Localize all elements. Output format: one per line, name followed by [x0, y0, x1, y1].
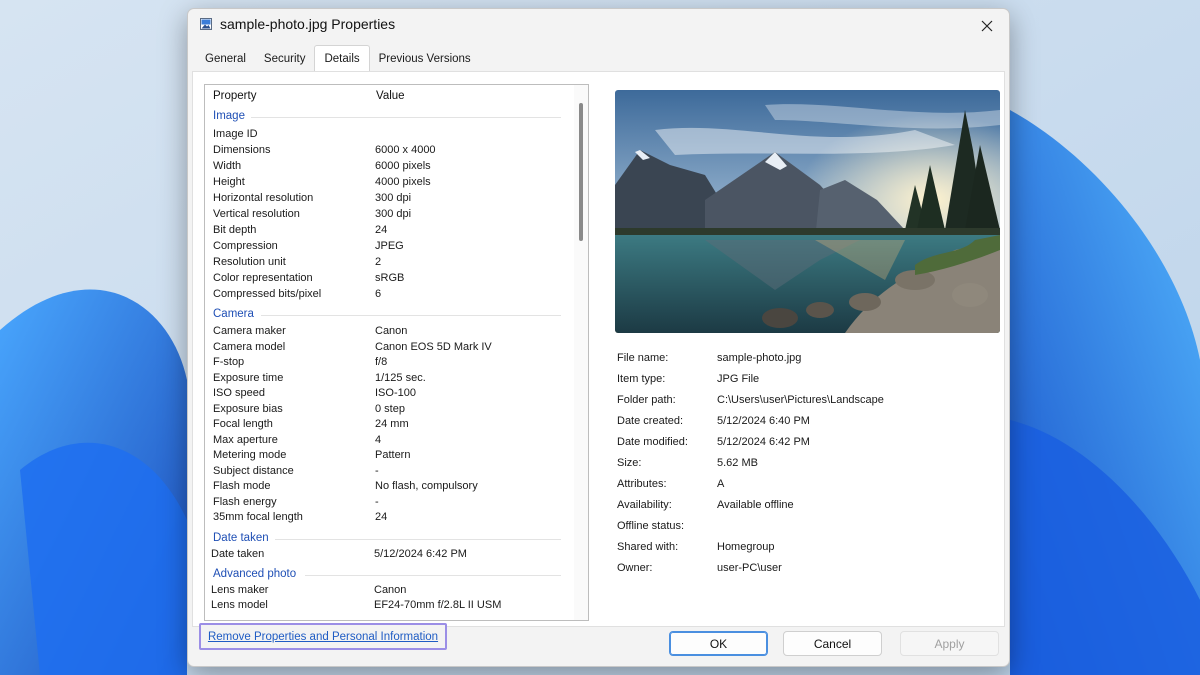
cancel-button[interactable]: Cancel	[783, 631, 882, 656]
property-row[interactable]: Bit depth 24	[205, 224, 575, 240]
ok-button[interactable]: OK	[669, 631, 768, 656]
info-row: Attributes: A	[617, 478, 725, 490]
info-row: File name: sample-photo.jpg	[617, 352, 802, 364]
property-row[interactable]: Camera maker Canon	[205, 325, 575, 341]
property-row[interactable]: Focal length 24 mm	[205, 418, 575, 434]
property-row[interactable]: Exposure bias 0 step	[205, 403, 575, 419]
title-bar: sample-photo.jpg Properties	[188, 9, 1009, 41]
property-row[interactable]: Flash mode No flash, compulsory	[205, 480, 575, 496]
group-label-image: Image	[213, 110, 245, 122]
property-row[interactable]: Lens model EF24-70mm f/2.8L II USM	[205, 599, 575, 615]
property-row[interactable]: Compressed bits/pixel 6	[205, 288, 575, 304]
property-row[interactable]: Horizontal resolution 300 dpi	[205, 192, 575, 208]
property-row[interactable]: ISO speed ISO-100	[205, 387, 575, 403]
close-button[interactable]	[973, 13, 1001, 39]
property-row[interactable]: Metering mode Pattern	[205, 449, 575, 465]
info-row: Folder path: C:\Users\user\Pictures\Lands…	[617, 394, 884, 406]
apply-button[interactable]: Apply	[900, 631, 999, 656]
property-row[interactable]: Lens maker Canon	[205, 584, 575, 600]
column-header-property[interactable]: Property	[213, 90, 256, 102]
close-icon	[981, 20, 993, 32]
group-divider	[305, 575, 561, 576]
info-row: Date created: 5/12/2024 6:40 PM	[617, 415, 810, 427]
remove-properties-link[interactable]: Remove Properties and Personal Informati…	[199, 623, 447, 650]
property-row[interactable]: Exposure time 1/125 sec.	[205, 372, 575, 388]
image-file-icon	[200, 18, 212, 30]
property-row[interactable]: Subject distance -	[205, 465, 575, 481]
column-header-value[interactable]: Value	[376, 90, 405, 102]
info-row: Availability: Available offline	[617, 499, 794, 511]
tab-security[interactable]: Security	[255, 47, 315, 71]
scrollbar-thumb[interactable]	[579, 103, 583, 241]
property-row[interactable]: Max aperture 4	[205, 434, 575, 450]
tab-previous-versions[interactable]: Previous Versions	[370, 47, 480, 71]
group-label-date-taken: Date taken	[213, 532, 269, 544]
group-label-advanced-photo: Advanced photo	[213, 568, 297, 580]
group-divider	[251, 117, 561, 118]
property-list[interactable]: Property Value Image Image ID Dimensions…	[204, 84, 589, 621]
property-row[interactable]: Width 6000 pixels	[205, 160, 575, 176]
property-row[interactable]: Color representation sRGB	[205, 272, 575, 288]
info-row: Owner: user-PC\user	[617, 562, 782, 574]
property-row[interactable]: Date taken 5/12/2024 6:42 PM	[205, 548, 575, 564]
property-row[interactable]: Vertical resolution 300 dpi	[205, 208, 575, 224]
property-row[interactable]: Height 4000 pixels	[205, 176, 575, 192]
info-row: Size: 5.62 MB	[617, 457, 758, 469]
tab-general[interactable]: General	[196, 47, 255, 71]
info-row: Offline status:	[617, 520, 685, 532]
group-divider	[261, 315, 561, 316]
info-row: Shared with: Homegroup	[617, 541, 775, 553]
group-divider	[275, 539, 561, 540]
info-row: Item type: JPG File	[617, 373, 760, 385]
property-list-header: Property Value	[205, 85, 575, 107]
property-row[interactable]: Resolution unit 2	[205, 256, 575, 272]
property-row[interactable]: Flash energy -	[205, 496, 575, 512]
property-row[interactable]: 35mm focal length 24	[205, 511, 575, 527]
property-row[interactable]: F-stop f/8	[205, 356, 575, 372]
tab-details[interactable]: Details	[314, 45, 370, 71]
info-row: Date modified: 5/12/2024 6:42 PM	[617, 436, 810, 448]
property-row[interactable]: Image ID	[205, 128, 575, 144]
properties-dialog: sample-photo.jpg Properties General Secu…	[187, 8, 1010, 667]
property-row[interactable]: Dimensions 6000 x 4000	[205, 144, 575, 160]
vertical-scrollbar[interactable]	[574, 85, 588, 620]
image-preview	[615, 90, 1000, 333]
property-row[interactable]: Compression JPEG	[205, 240, 575, 256]
dialog-title: sample-photo.jpg Properties	[220, 16, 396, 32]
property-row[interactable]: Camera model Canon EOS 5D Mark IV	[205, 341, 575, 357]
tab-strip: General Security Details Previous Versio…	[196, 45, 480, 71]
group-label-camera: Camera	[213, 308, 254, 320]
details-panel: Property Value Image Image ID Dimensions…	[192, 71, 1005, 627]
